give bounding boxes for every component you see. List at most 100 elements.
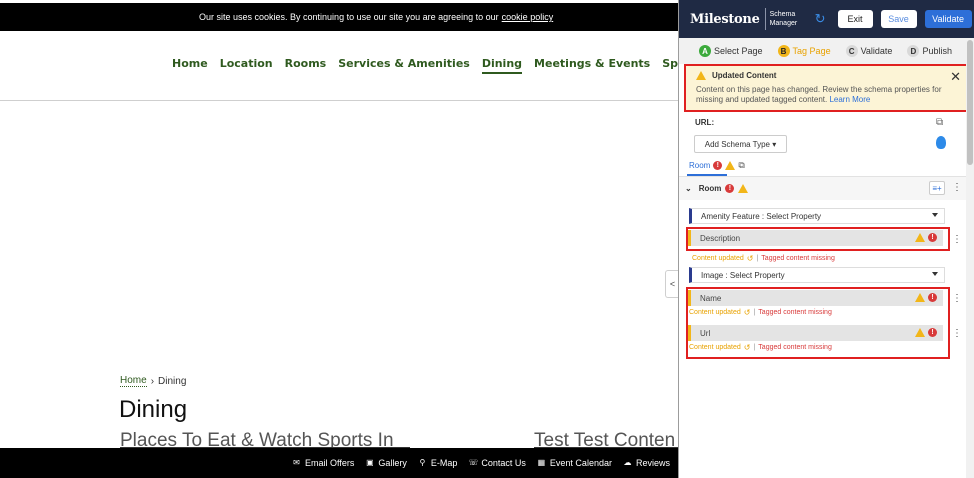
breadcrumb-home[interactable]: Home — [120, 375, 147, 387]
footer-email-offers[interactable]: ✉ Email Offers — [292, 458, 354, 468]
footer-link-label: Reviews — [635, 458, 670, 468]
property-status-icons: ! — [915, 293, 937, 302]
refresh-icon[interactable]: ↻ — [815, 11, 829, 27]
select-label: Amenity Feature : Select Property — [701, 211, 822, 221]
error-icon: ! — [725, 184, 735, 193]
step-label: Tag Page — [792, 46, 831, 56]
step-publish[interactable]: D Publish — [907, 45, 952, 57]
error-icon: ! — [928, 233, 937, 242]
nav-item-rooms[interactable]: Rooms — [285, 57, 327, 74]
cookie-policy-link[interactable]: cookie policy — [502, 12, 554, 22]
step-tag-page[interactable]: B Tag Page — [777, 45, 831, 57]
step-label: Select Page — [714, 46, 763, 56]
nav-item-meetings[interactable]: Meetings & Events — [534, 57, 650, 74]
property-status-icons: ! — [915, 328, 937, 337]
image-select[interactable]: Image : Select Property — [689, 267, 945, 283]
panel-header: Milestone Schema Manager ↻ Exit Save Val… — [679, 0, 974, 38]
chevron-down-icon[interactable]: ⌄ — [685, 184, 692, 193]
alert-title-row: Updated Content — [696, 71, 959, 80]
select-label: Image : Select Property — [701, 270, 785, 280]
step-label: Publish — [922, 46, 952, 56]
alert-message: Content on this page has changed. Review… — [696, 85, 942, 104]
property-field-name[interactable]: Name ! — [688, 290, 943, 306]
property-field-description[interactable]: Description ! — [688, 230, 943, 246]
property-name: Url — [700, 328, 711, 338]
history-icon[interactable]: ↺ — [744, 308, 751, 317]
error-icon: ! — [928, 328, 937, 337]
property-status-description: Content updated ↺ | Tagged content missi… — [691, 254, 835, 263]
property-status-url: Content updated ↺ | Tagged content missi… — [688, 343, 943, 352]
step-label: Validate — [860, 46, 893, 56]
more-options-icon[interactable]: ⋮ — [952, 235, 962, 245]
footer-bar: ✉ Email Offers ▣ Gallery ⚲ E-Map ☏ Contact U… — [0, 448, 680, 478]
status-separator: | — [756, 255, 759, 262]
warning-icon — [915, 233, 925, 242]
amenity-feature-select[interactable]: Amenity Feature : Select Property — [689, 208, 945, 224]
workflow-steps: A Select Page B Tag Page C Validate D Publis… — [679, 38, 974, 64]
property-field-url[interactable]: Url ! — [688, 325, 943, 341]
footer-link-label: Email Offers — [305, 458, 355, 468]
alert-body: Content on this page has changed. Review… — [696, 85, 959, 105]
caret-down-icon — [932, 272, 938, 276]
add-schema-type-button[interactable]: Add Schema Type ▾ — [694, 135, 787, 153]
nav-item-services[interactable]: Services & Amenities — [338, 57, 470, 74]
tab-room[interactable]: Room ! ⧉ — [689, 160, 745, 171]
status-separator: | — [753, 344, 756, 351]
step-validate[interactable]: C Validate — [845, 45, 893, 57]
collapse-panel-button[interactable]: < — [665, 270, 679, 298]
panel-scroll-thumb[interactable] — [967, 40, 973, 165]
nav-item-dining[interactable]: Dining — [481, 57, 523, 74]
more-options-icon[interactable]: ⋮ — [952, 294, 962, 304]
nav-item-home[interactable]: Home — [172, 57, 208, 74]
validate-button[interactable]: Validate — [924, 10, 972, 28]
footer-emap[interactable]: ⚲ E-Map — [418, 458, 457, 468]
footer-link-label: Contact Us — [481, 458, 526, 468]
breadcrumb-current: Dining — [158, 375, 187, 387]
content-missing-label: Tagged content missing — [758, 309, 832, 316]
history-icon[interactable]: ↺ — [747, 254, 754, 263]
gallery-icon: ▣ — [366, 458, 374, 467]
close-icon[interactable]: ✕ — [950, 69, 961, 85]
property-name: Name — [700, 293, 722, 303]
footer-event-calendar[interactable]: ▦ Event Calendar — [537, 458, 612, 468]
step-select-page[interactable]: A Select Page — [699, 45, 763, 57]
email-icon: ✉ — [293, 458, 300, 467]
more-options-icon[interactable]: ⋮ — [952, 329, 962, 339]
error-icon: ! — [928, 293, 937, 302]
nav-divider — [0, 100, 680, 101]
room-section-header[interactable]: ⌄ Room ! — [679, 177, 967, 200]
app-name: Schema Manager — [769, 11, 798, 27]
save-button[interactable]: Save — [880, 10, 917, 28]
history-icon[interactable]: ↺ — [744, 343, 751, 352]
calendar-icon: ▦ — [537, 458, 546, 467]
screen: Our site uses cookies. By continuing to … — [0, 0, 974, 478]
footer-gallery[interactable]: ▣ Gallery — [365, 458, 407, 468]
step-badge: C — [845, 45, 858, 57]
lightbulb-icon[interactable] — [936, 136, 946, 149]
step-badge: A — [699, 45, 711, 57]
milestone-logo: Milestone — [690, 11, 760, 27]
property-status-icons: ! — [915, 233, 937, 242]
content-updated-label: Content updated — [692, 255, 744, 262]
warning-icon — [915, 293, 925, 302]
step-badge: D — [907, 45, 920, 57]
warning-icon — [696, 71, 706, 80]
add-property-icon[interactable]: ≡+ — [929, 181, 945, 195]
external-link-icon[interactable]: ⧉ — [936, 117, 943, 128]
alert-title: Updated Content — [712, 71, 777, 80]
url-label: URL: — [695, 118, 715, 127]
exit-button[interactable]: Exit — [837, 10, 873, 28]
learn-more-link[interactable]: Learn More — [829, 95, 870, 104]
more-options-icon[interactable]: ⋮ — [952, 183, 962, 193]
chat-icon: ☁ — [623, 458, 632, 467]
property-group-name: Name ! Content updated ↺ | Tagged conten… — [688, 289, 943, 317]
footer-reviews[interactable]: ☁ Reviews — [623, 458, 670, 468]
content-updated-label: Content updated — [689, 309, 741, 316]
footer-contact[interactable]: ☏ Contact Us — [468, 458, 526, 468]
external-link-icon[interactable]: ⧉ — [738, 160, 744, 171]
property-highlight-description: Description ! — [686, 227, 950, 251]
property-status-name: Content updated ↺ | Tagged content missi… — [688, 308, 943, 317]
tab-room-label: Room — [689, 161, 711, 170]
nav-item-location[interactable]: Location — [220, 57, 273, 74]
map-pin-icon: ⚲ — [419, 458, 426, 467]
